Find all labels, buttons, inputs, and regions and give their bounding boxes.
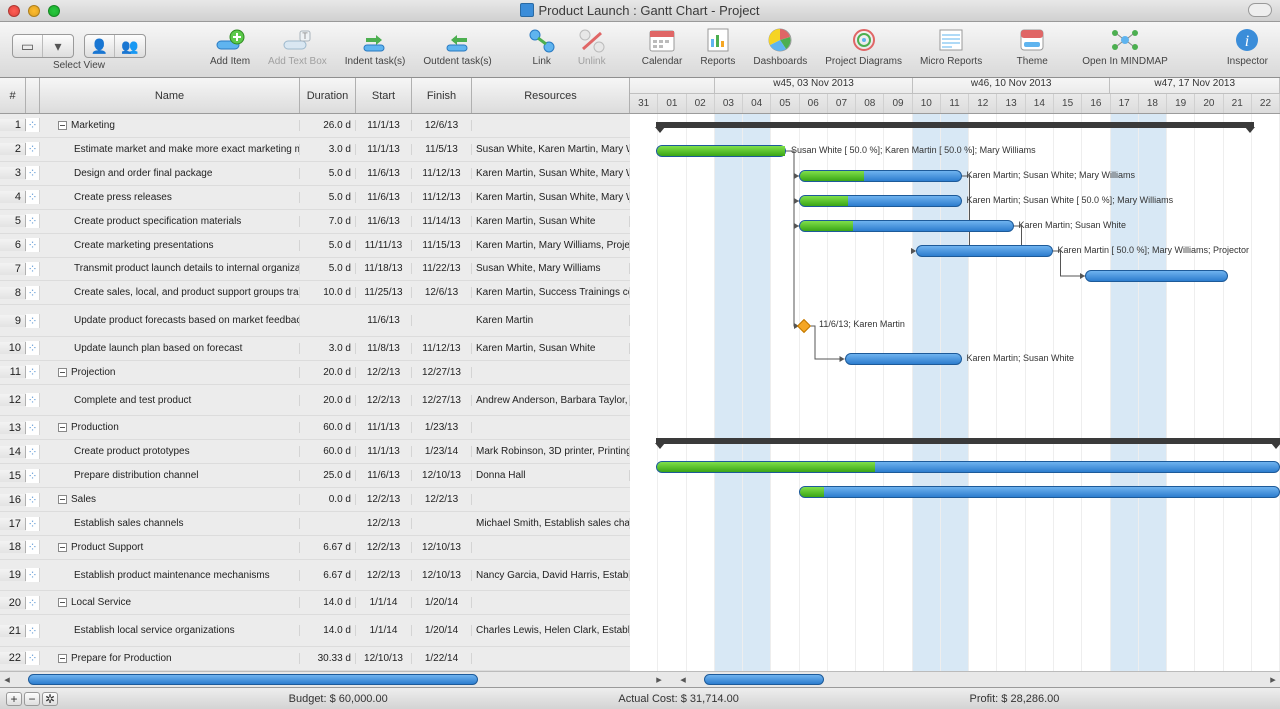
- table-row[interactable]: 21⁘Establish local service organizations…: [0, 615, 630, 647]
- budget-label: Budget: $ 60,000.00: [289, 693, 388, 705]
- window-titlebar: Product Launch : Gantt Chart - Project: [0, 0, 1280, 22]
- scroll-right-arrow[interactable]: ▸: [652, 672, 666, 687]
- table-row[interactable]: 8⁘Create sales, local, and product suppo…: [0, 281, 630, 305]
- table-row[interactable]: 1⁘Marketing26.0 d11/1/1312/6/13: [0, 114, 630, 138]
- select-view-group: ▭▾ 👤👥 Select View: [6, 24, 152, 73]
- table-row[interactable]: 7⁘Transmit product launch details to int…: [0, 258, 630, 282]
- scroll-left-arrow-2[interactable]: ◂: [676, 672, 690, 687]
- table-row[interactable]: 20⁘Local Service14.0 d1/1/141/20/14: [0, 591, 630, 615]
- inspector-button[interactable]: iInspector: [1221, 24, 1274, 69]
- gantt-chart-area[interactable]: Susan White [ 50.0 %]; Karen Martin [ 50…: [630, 114, 1280, 671]
- add-text-box-button[interactable]: TAdd Text Box: [262, 24, 333, 69]
- timeline-header: w45, 03 Nov 2013w46, 10 Nov 2013w47, 17 …: [630, 78, 1280, 113]
- col-number[interactable]: #: [0, 78, 26, 113]
- col-name[interactable]: Name: [40, 78, 300, 113]
- reports-button[interactable]: Reports: [694, 24, 741, 69]
- micro-reports-button[interactable]: Micro Reports: [914, 24, 988, 69]
- titlebar-pill-button[interactable]: [1248, 3, 1272, 17]
- theme-button[interactable]: Theme: [1010, 24, 1054, 69]
- task-grid[interactable]: 1⁘Marketing26.0 d11/1/1312/6/132⁘Estimat…: [0, 114, 630, 671]
- column-headers: # Name Duration Start Finish Resources w…: [0, 78, 1280, 114]
- indent-button[interactable]: Indent task(s): [339, 24, 412, 69]
- add-item-button[interactable]: Add Item: [204, 24, 256, 69]
- unlink-button[interactable]: Unlink: [570, 24, 614, 69]
- table-row[interactable]: 15⁘Prepare distribution channel25.0 d11/…: [0, 464, 630, 488]
- svg-text:T: T: [303, 31, 309, 41]
- table-row[interactable]: 10⁘Update launch plan based on forecast3…: [0, 337, 630, 361]
- table-row[interactable]: 3⁘Design and order final package5.0 d11/…: [0, 162, 630, 186]
- status-bar: + − ✲ Budget: $ 60,000.00 Actual Cost: $…: [0, 687, 1280, 709]
- open-mindmap-button[interactable]: Open In MINDMAP: [1076, 24, 1174, 69]
- table-row[interactable]: 16⁘Sales0.0 d12/2/1312/2/13: [0, 488, 630, 512]
- table-row[interactable]: 5⁘Create product specification materials…: [0, 210, 630, 234]
- table-row[interactable]: 11⁘Projection20.0 d12/2/1312/27/13: [0, 361, 630, 385]
- view-segmented-2[interactable]: 👤👥: [84, 34, 146, 58]
- table-row[interactable]: 14⁘Create product prototypes60.0 d11/1/1…: [0, 440, 630, 464]
- scroll-right-arrow-2[interactable]: ▸: [1266, 672, 1280, 687]
- table-row[interactable]: 12⁘Complete and test product20.0 d12/2/1…: [0, 385, 630, 417]
- table-row[interactable]: 22⁘Prepare for Production30.33 d12/10/13…: [0, 647, 630, 671]
- calendar-button[interactable]: Calendar: [636, 24, 689, 69]
- table-row[interactable]: 2⁘Estimate market and make more exact ma…: [0, 138, 630, 162]
- table-row[interactable]: 17⁘Establish sales channels12/2/13Michae…: [0, 512, 630, 536]
- link-button[interactable]: Link: [520, 24, 564, 69]
- horizontal-scrollbars: ◂ ▸ ◂ ▸: [0, 671, 1280, 687]
- project-diagrams-button[interactable]: Project Diagrams: [819, 24, 908, 69]
- grid-scrollbar[interactable]: [28, 674, 638, 685]
- profit-label: Profit: $ 28,286.00: [969, 693, 1059, 705]
- table-row[interactable]: 6⁘Create marketing presentations5.0 d11/…: [0, 234, 630, 258]
- table-row[interactable]: 19⁘Establish product maintenance mechani…: [0, 560, 630, 592]
- window-title: Product Launch : Gantt Chart - Project: [0, 3, 1280, 18]
- col-icon: [26, 78, 40, 113]
- svg-text:i: i: [1245, 33, 1249, 50]
- dashboards-button[interactable]: Dashboards: [747, 24, 813, 69]
- view-segmented[interactable]: ▭▾: [12, 34, 74, 58]
- table-row[interactable]: 4⁘Create press releases5.0 d11/6/1311/12…: [0, 186, 630, 210]
- document-icon: [520, 3, 534, 17]
- remove-row-button[interactable]: −: [24, 692, 40, 706]
- main-toolbar: ▭▾ 👤👥 Select View Add Item TAdd Text Box…: [0, 22, 1280, 78]
- table-row[interactable]: 9⁘Update product forecasts based on mark…: [0, 305, 630, 337]
- col-duration[interactable]: Duration: [300, 78, 356, 113]
- table-row[interactable]: 18⁘Product Support6.67 d12/2/1312/10/13: [0, 536, 630, 560]
- actual-cost-label: Actual Cost: $ 31,714.00: [618, 693, 739, 705]
- col-start[interactable]: Start: [356, 78, 412, 113]
- outdent-button[interactable]: Outdent task(s): [417, 24, 497, 69]
- table-row[interactable]: 13⁘Production60.0 d11/1/131/23/13: [0, 416, 630, 440]
- add-row-button[interactable]: +: [6, 692, 22, 706]
- col-finish[interactable]: Finish: [412, 78, 472, 113]
- col-resources[interactable]: Resources: [472, 78, 630, 113]
- timeline-scrollbar[interactable]: [704, 674, 1252, 685]
- scroll-left-arrow[interactable]: ◂: [0, 672, 14, 687]
- settings-gear-button[interactable]: ✲: [42, 692, 58, 706]
